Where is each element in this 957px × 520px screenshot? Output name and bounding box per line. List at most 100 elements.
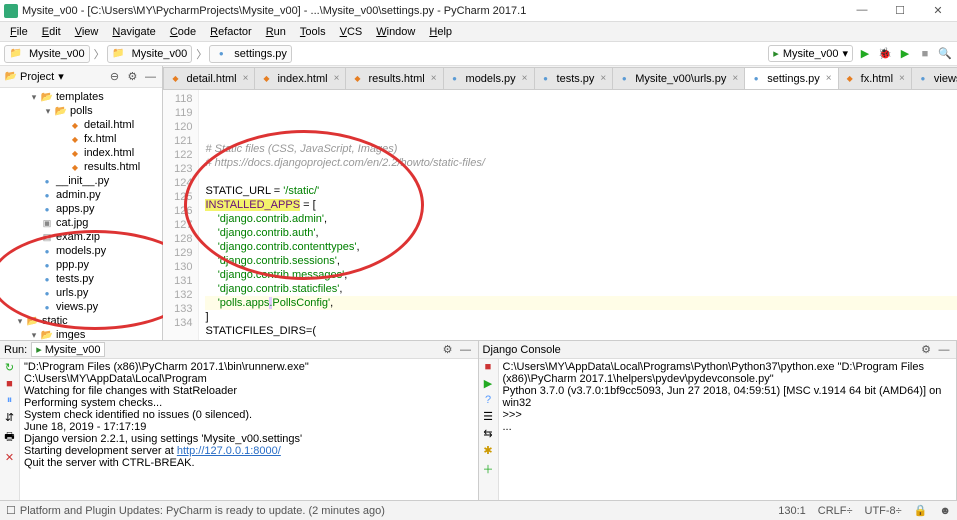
editor-tab[interactable]: tests.py×	[534, 67, 614, 89]
close-tab-icon[interactable]: ×	[243, 73, 249, 84]
menu-file[interactable]: File	[4, 24, 34, 40]
menu-view[interactable]: View	[69, 24, 105, 40]
tree-item[interactable]: ▾imges	[0, 328, 162, 340]
tree-item[interactable]: urls.py	[0, 286, 162, 300]
menu-tools[interactable]: Tools	[294, 24, 332, 40]
maximize-button[interactable]: ☐	[885, 4, 915, 17]
menu-vcs[interactable]: VCS	[334, 24, 369, 40]
tree-item[interactable]: index.html	[0, 146, 162, 160]
hide-panel-icon[interactable]: —	[936, 342, 952, 358]
status-bar: ☐ Platform and Plugin Updates: PyCharm i…	[0, 500, 957, 520]
menu-navigate[interactable]: Navigate	[106, 24, 161, 40]
editor-tab[interactable]: models.py×	[443, 67, 535, 89]
django-output[interactable]: C:\Users\MY\AppData\Local\Programs\Pytho…	[499, 359, 957, 500]
run-output[interactable]: "D:\Program Files (x86)\PyCharm 2017.1\b…	[20, 359, 478, 500]
tree-item[interactable]: ▾polls	[0, 104, 162, 118]
pause-button[interactable]: ⏸	[7, 394, 13, 407]
tree-item[interactable]: results.html	[0, 160, 162, 174]
project-tree[interactable]: ▾templates▾pollsdetail.htmlfx.htmlindex.…	[0, 88, 162, 340]
tree-item[interactable]: __init__.py	[0, 174, 162, 188]
menu-run[interactable]: Run	[260, 24, 292, 40]
notification-icon[interactable]: ☐	[6, 504, 16, 517]
stop-button[interactable]: ■	[6, 378, 13, 390]
tree-item[interactable]: apps.py	[0, 202, 162, 216]
tree-item[interactable]: ppp.py	[0, 258, 162, 272]
soft-wrap-button[interactable]: ⇆	[483, 427, 492, 440]
run-config-label: Mysite_v00	[783, 48, 839, 60]
close-tab-icon[interactable]: ×	[732, 73, 738, 84]
editor-tab[interactable]: Mysite_v00\urls.py×	[612, 67, 745, 89]
tree-item[interactable]: fx.html	[0, 132, 162, 146]
menu-window[interactable]: Window	[370, 24, 421, 40]
tree-item[interactable]: tests.py	[0, 272, 162, 286]
tree-item[interactable]: detail.html	[0, 118, 162, 132]
tree-item[interactable]: exam.zip	[0, 230, 162, 244]
gear-icon[interactable]: ⚙	[918, 342, 934, 358]
menu-code[interactable]: Code	[164, 24, 202, 40]
minimize-button[interactable]: —	[847, 4, 877, 17]
stop-button[interactable]: ■	[917, 46, 933, 62]
help-button[interactable]: ?	[485, 394, 491, 406]
menu-help[interactable]: Help	[423, 24, 458, 40]
close-button[interactable]: ✕	[5, 451, 14, 464]
execute-button[interactable]: ▶	[484, 377, 492, 390]
menu-refactor[interactable]: Refactor	[204, 24, 258, 40]
tree-item[interactable]: models.py	[0, 244, 162, 258]
editor-tab[interactable]: settings.py×	[744, 67, 838, 89]
editor-tab[interactable]: results.html×	[345, 67, 443, 89]
close-tab-icon[interactable]: ×	[522, 73, 528, 84]
breadcrumb-file[interactable]: settings.py	[209, 45, 292, 63]
close-tab-icon[interactable]: ×	[899, 73, 905, 84]
close-tab-icon[interactable]: ×	[431, 73, 437, 84]
hide-panel-icon[interactable]: —	[142, 69, 158, 85]
history-button[interactable]: ☰	[483, 410, 493, 423]
stop-button[interactable]: ■	[485, 361, 492, 373]
close-tab-icon[interactable]: ×	[826, 73, 832, 84]
run-button[interactable]: ▶	[857, 46, 873, 62]
editor-tabs: detail.html×index.html×results.html×mode…	[163, 66, 957, 90]
cursor-position[interactable]: 130:1	[778, 505, 806, 517]
django-panel-title: Django Console	[483, 344, 561, 356]
server-url-link[interactable]: http://127.0.0.1:8000/	[177, 445, 281, 457]
file-encoding[interactable]: UTF-8÷	[865, 505, 902, 517]
editor-tab[interactable]: detail.html×	[163, 67, 255, 89]
add-button[interactable]: ＋	[483, 461, 494, 477]
run-coverage-button[interactable]: ▶	[897, 46, 913, 62]
tree-item[interactable]: admin.py	[0, 188, 162, 202]
code-editor[interactable]: 1181191201211221231241251261271281291301…	[163, 90, 957, 340]
collapse-all-icon[interactable]: ⊖	[106, 69, 122, 85]
editor-tab[interactable]: fx.html×	[838, 67, 912, 89]
run-config-tab[interactable]: ▸ Mysite_v00	[31, 342, 105, 357]
chevron-right-icon: 〉	[94, 46, 105, 62]
clear-button[interactable]: ✱	[483, 444, 492, 457]
status-message[interactable]: Platform and Plugin Updates: PyCharm is …	[20, 505, 385, 517]
rerun-button[interactable]: ↻	[5, 361, 14, 374]
soft-wrap-button[interactable]: ⇵	[5, 411, 14, 424]
close-tab-icon[interactable]: ×	[600, 73, 606, 84]
tree-item[interactable]: ▾static	[0, 314, 162, 328]
chevron-right-icon: 〉	[196, 46, 207, 62]
breadcrumb-root[interactable]: Mysite_v00	[4, 45, 90, 63]
tree-item[interactable]: views.py	[0, 300, 162, 314]
print-button[interactable]: 🖶	[4, 428, 14, 447]
run-config-dropdown[interactable]: ▸ Mysite_v00 ▾	[768, 45, 853, 62]
breadcrumb-module[interactable]: Mysite_v00	[107, 45, 193, 63]
lock-icon[interactable]: 🔒	[914, 504, 928, 517]
gear-icon[interactable]: ⚙	[440, 342, 456, 358]
editor-tab[interactable]: index.html×	[254, 67, 346, 89]
hector-icon[interactable]: ☻	[939, 505, 951, 517]
breadcrumb-file-label: settings.py	[234, 48, 287, 60]
tree-item[interactable]: ▾templates	[0, 90, 162, 104]
line-separator[interactable]: CRLF÷	[818, 505, 853, 517]
tree-item[interactable]: cat.jpg	[0, 216, 162, 230]
menu-edit[interactable]: Edit	[36, 24, 67, 40]
code-area[interactable]: # Static files (CSS, JavaScript, Images)…	[199, 90, 957, 340]
search-everywhere-button[interactable]: 🔍	[937, 46, 953, 62]
close-button[interactable]: ✕	[923, 4, 953, 17]
chevron-down-icon[interactable]: ▾	[58, 70, 64, 83]
gear-icon[interactable]: ⚙	[124, 69, 140, 85]
hide-panel-icon[interactable]: —	[458, 342, 474, 358]
close-tab-icon[interactable]: ×	[334, 73, 340, 84]
debug-button[interactable]: 🐞	[877, 46, 893, 62]
editor-tab[interactable]: views.py×	[911, 67, 957, 89]
